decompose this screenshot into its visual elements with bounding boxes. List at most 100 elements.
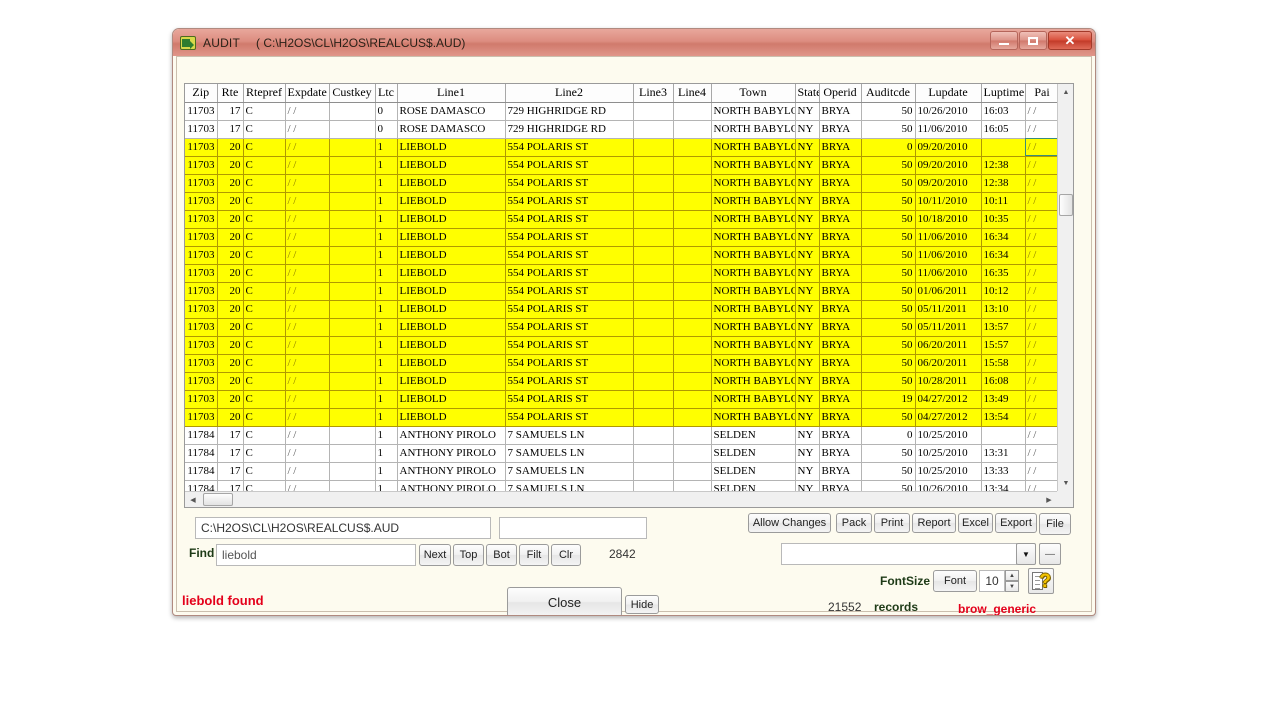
grid-cell-line1[interactable]: LIEBOLD	[397, 372, 505, 390]
grid-cell-custkey[interactable]	[329, 372, 375, 390]
grid-cell-rte[interactable]: 17	[217, 462, 243, 480]
grid-cell-line1[interactable]: LIEBOLD	[397, 156, 505, 174]
grid-cell-pai[interactable]: / /	[1025, 444, 1059, 462]
find-input[interactable]: liebold	[216, 544, 416, 566]
grid-cell-line3[interactable]	[633, 192, 673, 210]
grid-cell-lupdate[interactable]: 09/20/2010	[915, 156, 981, 174]
grid-cell-state[interactable]: NY	[795, 102, 819, 120]
grid-cell-line1[interactable]: LIEBOLD	[397, 264, 505, 282]
grid-cell-luptime[interactable]: 10:35	[981, 210, 1025, 228]
grid-cell-state[interactable]: NY	[795, 246, 819, 264]
grid-cell-custkey[interactable]	[329, 462, 375, 480]
grid-column-header-lupdate[interactable]: Lupdate	[915, 84, 981, 102]
grid-cell-operid[interactable]: BRYA	[819, 390, 861, 408]
grid-cell-luptime[interactable]: 10:11	[981, 192, 1025, 210]
grid-cell-state[interactable]: NY	[795, 300, 819, 318]
grid-cell-state[interactable]: NY	[795, 264, 819, 282]
grid-cell-line2[interactable]: 554 POLARIS ST	[505, 264, 633, 282]
grid-cell-operid[interactable]: BRYA	[819, 228, 861, 246]
find-top-button[interactable]: Top	[453, 544, 484, 566]
table-row[interactable]: 1170320C/ /1LIEBOLD554 POLARIS STNORTH B…	[185, 372, 1059, 390]
grid-cell-line3[interactable]	[633, 444, 673, 462]
grid-cell-pai[interactable]: / /	[1025, 246, 1059, 264]
grid-cell-line4[interactable]	[673, 264, 711, 282]
grid-cell-rte[interactable]: 20	[217, 354, 243, 372]
grid-cell-state[interactable]: NY	[795, 174, 819, 192]
grid-cell-ltc[interactable]: 1	[375, 390, 397, 408]
table-row[interactable]: 1170320C/ /1LIEBOLD554 POLARIS STNORTH B…	[185, 390, 1059, 408]
grid-cell-ltc[interactable]: 1	[375, 462, 397, 480]
horizontal-scrollbar[interactable]: ◀ ▶	[185, 491, 1057, 507]
grid-cell-line2[interactable]: 554 POLARIS ST	[505, 336, 633, 354]
grid-cell-ltc[interactable]: 1	[375, 300, 397, 318]
grid-cell-line3[interactable]	[633, 120, 673, 138]
grid-cell-line4[interactable]	[673, 354, 711, 372]
grid-column-header-town[interactable]: Town	[711, 84, 795, 102]
grid-cell-line2[interactable]: 554 POLARIS ST	[505, 354, 633, 372]
grid-cell-line4[interactable]	[673, 318, 711, 336]
grid-cell-lupdate[interactable]: 04/27/2012	[915, 390, 981, 408]
grid-cell-luptime[interactable]	[981, 138, 1025, 156]
grid-cell-custkey[interactable]	[329, 138, 375, 156]
grid-cell-luptime[interactable]: 16:35	[981, 264, 1025, 282]
grid-cell-operid[interactable]: BRYA	[819, 264, 861, 282]
grid-cell-lupdate[interactable]: 11/06/2010	[915, 246, 981, 264]
grid-cell-rtepref[interactable]: C	[243, 426, 285, 444]
grid-cell-ltc[interactable]: 1	[375, 156, 397, 174]
grid-cell-rtepref[interactable]: C	[243, 444, 285, 462]
grid-cell-line3[interactable]	[633, 372, 673, 390]
grid-cell-auditcde[interactable]: 50	[861, 408, 915, 426]
grid-cell-zip[interactable]: 11703	[185, 210, 217, 228]
grid-cell-zip[interactable]: 11703	[185, 102, 217, 120]
grid-cell-line1[interactable]: LIEBOLD	[397, 354, 505, 372]
grid-cell-expdate[interactable]: / /	[285, 138, 329, 156]
grid-cell-line2[interactable]: 7 SAMUELS LN	[505, 462, 633, 480]
grid-cell-state[interactable]: NY	[795, 462, 819, 480]
table-row[interactable]: 1170320C/ /1LIEBOLD554 POLARIS STNORTH B…	[185, 246, 1059, 264]
excel-button[interactable]: Excel	[958, 513, 993, 533]
table-row[interactable]: 1178417C/ /1ANTHONY PIROLO7 SAMUELS LNSE…	[185, 462, 1059, 480]
grid-cell-rtepref[interactable]: C	[243, 228, 285, 246]
grid-cell-ltc[interactable]: 1	[375, 444, 397, 462]
grid-cell-state[interactable]: NY	[795, 354, 819, 372]
grid-cell-town[interactable]: NORTH BABYLON	[711, 408, 795, 426]
grid-cell-rtepref[interactable]: C	[243, 282, 285, 300]
grid-cell-lupdate[interactable]: 05/11/2011	[915, 300, 981, 318]
grid-cell-state[interactable]: NY	[795, 318, 819, 336]
grid-cell-lupdate[interactable]: 10/28/2011	[915, 372, 981, 390]
grid-column-header-rtepref[interactable]: Rtepref	[243, 84, 285, 102]
grid-cell-luptime[interactable]	[981, 426, 1025, 444]
grid-cell-rtepref[interactable]: C	[243, 210, 285, 228]
stepper-down-icon[interactable]: ▼	[1005, 581, 1019, 592]
grid-cell-custkey[interactable]	[329, 336, 375, 354]
grid-cell-rtepref[interactable]: C	[243, 372, 285, 390]
grid-cell-line3[interactable]	[633, 408, 673, 426]
grid-cell-rte[interactable]: 20	[217, 372, 243, 390]
find-filt-button[interactable]: Filt	[519, 544, 549, 566]
grid-cell-line2[interactable]: 554 POLARIS ST	[505, 372, 633, 390]
report-button[interactable]: Report	[912, 513, 956, 533]
grid-cell-operid[interactable]: BRYA	[819, 336, 861, 354]
grid-cell-lupdate[interactable]: 06/20/2011	[915, 336, 981, 354]
grid-cell-operid[interactable]: BRYA	[819, 372, 861, 390]
grid-cell-custkey[interactable]	[329, 444, 375, 462]
allow-changes-button[interactable]: Allow Changes	[748, 513, 831, 533]
grid-cell-custkey[interactable]	[329, 408, 375, 426]
grid-cell-rtepref[interactable]: C	[243, 336, 285, 354]
close-window-button[interactable]: ✕	[1048, 31, 1092, 50]
grid-cell-zip[interactable]: 11703	[185, 372, 217, 390]
table-row[interactable]: 1170320C/ /1LIEBOLD554 POLARIS STNORTH B…	[185, 210, 1059, 228]
grid-cell-rtepref[interactable]: C	[243, 408, 285, 426]
grid-cell-lupdate[interactable]: 11/06/2010	[915, 120, 981, 138]
hide-button[interactable]: Hide	[625, 595, 659, 614]
grid-cell-expdate[interactable]: / /	[285, 264, 329, 282]
grid-cell-town[interactable]: SELDEN	[711, 462, 795, 480]
grid-cell-rte[interactable]: 20	[217, 300, 243, 318]
grid-cell-expdate[interactable]: / /	[285, 408, 329, 426]
grid-cell-town[interactable]: SELDEN	[711, 426, 795, 444]
combo-dropdown-arrow-icon[interactable]: ▼	[1016, 543, 1036, 565]
grid-cell-expdate[interactable]: / /	[285, 444, 329, 462]
grid-cell-zip[interactable]: 11703	[185, 246, 217, 264]
grid-cell-line3[interactable]	[633, 174, 673, 192]
vertical-scroll-thumb[interactable]	[1059, 194, 1073, 216]
